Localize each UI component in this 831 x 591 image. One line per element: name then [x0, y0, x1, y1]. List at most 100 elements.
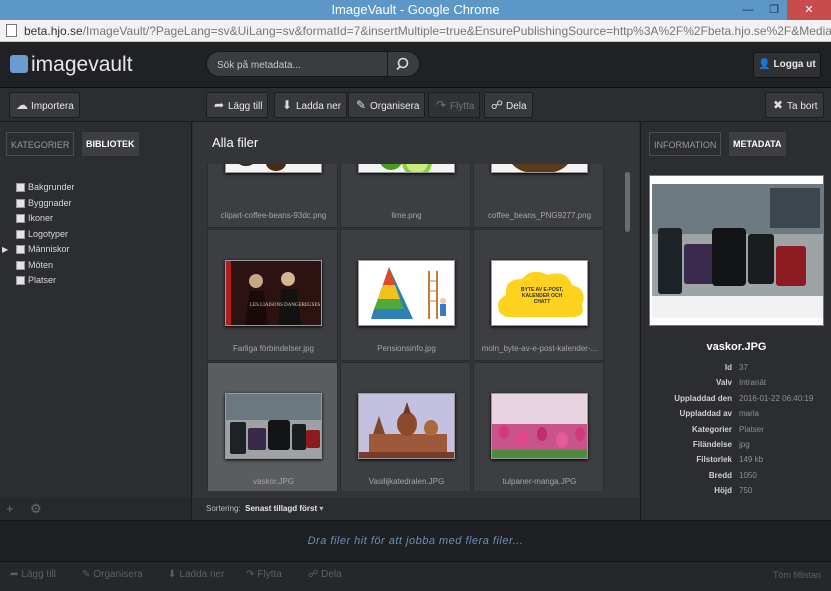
pencil-icon: ✎ — [82, 569, 91, 580]
file-name: moln_byte-av-e-post-kalender-... — [481, 344, 598, 353]
file-tile[interactable]: lime.png — [340, 164, 471, 228]
sort-caret-icon[interactable]: ▾ — [319, 504, 323, 513]
tab-metadata[interactable]: METADATA — [729, 132, 786, 156]
file-tile[interactable]: Pensionsinfo.jpg — [340, 229, 471, 361]
bottom-organize-button[interactable]: ✎ Organisera — [82, 569, 143, 580]
download-button[interactable]: ⬇ Ladda ner — [274, 92, 348, 118]
address-bar[interactable]: beta.hjo.se/ImageVault/?PageLang=sv&UiLa… — [0, 20, 831, 42]
thumbnail-image — [225, 393, 322, 459]
page-icon — [6, 24, 17, 37]
grid-scrollbar[interactable] — [625, 172, 630, 232]
thumbnail-image — [358, 393, 455, 459]
checkbox[interactable] — [16, 276, 25, 285]
expand-arrow-icon[interactable]: ▶ — [2, 242, 8, 257]
category-item[interactable]: Byggnader — [16, 196, 75, 212]
sort-control[interactable]: Sortering: Senast tillagd först ▾ — [193, 498, 639, 520]
organize-button[interactable]: ✎ Organisera — [348, 92, 426, 118]
maximize-icon[interactable]: ❐ — [761, 0, 787, 20]
file-title: vaskor.JPG — [706, 341, 767, 353]
left-panel: KATEGORIER BIBLIOTEK Bakgrunder Byggnade… — [0, 122, 192, 498]
search-box — [206, 51, 420, 77]
category-item[interactable]: Platser — [16, 273, 75, 289]
category-list: Bakgrunder Byggnader Ikoner Logotyper ▶ M… — [2, 180, 75, 289]
gear-icon[interactable]: ⚙ — [30, 501, 42, 517]
bottom-share-button[interactable]: ☍ Dela — [308, 569, 342, 580]
file-name: coffee_beans_PNG9277.png — [487, 211, 592, 220]
file-browser: Alla filer clipart-coffee-beans-93dc.png… — [193, 122, 639, 498]
logo-mark-icon — [10, 55, 28, 73]
bottom-download-button[interactable]: ⬇ Ladda ner — [168, 569, 224, 580]
share-icon: ☍ — [308, 569, 319, 580]
drop-zone[interactable]: Dra filer hit för att jobba med flera fi… — [0, 520, 831, 561]
search-icon — [396, 57, 409, 71]
metadata-list: Id 37 Valv Intranät Uppladdad den 2016-01-2… — [641, 360, 831, 499]
add-button[interactable]: ➦ Lägg till — [206, 92, 269, 118]
right-panel: INFORMATION METADATA vaskor.JPG Id 37 Val… — [640, 122, 831, 520]
metadata-row: Valv Intranät — [715, 378, 767, 388]
metadata-row: Id 37 — [724, 363, 748, 372]
add-category-icon[interactable]: + — [6, 501, 14, 516]
thumbnail-image — [491, 393, 588, 459]
metadata-row: Uppladdad av maria — [679, 409, 760, 419]
category-item[interactable]: Möten — [16, 258, 75, 274]
checkbox[interactable] — [16, 245, 25, 254]
file-name: Farliga förbindelser.jpg — [233, 344, 314, 353]
share-arrow-icon: ➦ — [10, 569, 19, 580]
preview-image — [649, 175, 824, 326]
file-tile[interactable]: BYTE AV E-POST, KALENDER OCH CHATT moln_… — [473, 229, 604, 361]
app-header: imagevault 👤 Logga ut — [0, 42, 831, 88]
cloud-upload-icon: ☁ — [16, 98, 28, 112]
search-button[interactable] — [387, 52, 419, 76]
url-text[interactable]: beta.hjo.se/ImageVault/?PageLang=sv&UiLa… — [24, 20, 831, 41]
file-name: Pensionsinfo.jpg — [377, 344, 436, 353]
move-icon: ↷ — [435, 98, 447, 112]
cloud-text: BYTE AV E-POST, KALENDER OCH CHATT — [521, 287, 563, 305]
category-item[interactable]: Ikoner — [16, 211, 75, 227]
bottom-add-button[interactable]: ➦ Lägg till — [10, 569, 56, 580]
bottom-move-button[interactable]: ↷ Flytta — [246, 569, 282, 580]
category-item[interactable]: ▶ Människor — [2, 242, 75, 258]
minimize-icon[interactable]: — — [735, 0, 761, 20]
thumbnail-image: BYTE AV E-POST, KALENDER OCH CHATT — [491, 260, 588, 326]
delete-button[interactable]: ✖ Ta bort — [765, 92, 824, 118]
file-grid: clipart-coffee-beans-93dc.png lime.png c… — [207, 164, 607, 491]
browser-titlebar: ImageVault - Google Chrome — ❐ ✕ — [0, 0, 831, 20]
file-tile[interactable]: Vasilijkatedralen.JPG — [340, 362, 471, 491]
tab-categories[interactable]: KATEGORIER — [6, 132, 75, 156]
move-button[interactable]: ↷ Flytta — [428, 92, 481, 118]
share-button[interactable]: ☍ Dela — [484, 92, 533, 118]
checkbox[interactable] — [16, 183, 25, 192]
file-name: vaskor.JPG — [253, 477, 294, 486]
file-tile[interactable]: clipart-coffee-beans-93dc.png — [207, 164, 338, 228]
checkbox[interactable] — [16, 229, 25, 239]
move-icon: ↷ — [246, 569, 255, 580]
import-button[interactable]: ☁ Importera — [9, 92, 80, 118]
metadata-row: Filändelse jpg — [692, 439, 750, 449]
file-name: clipart-coffee-beans-93dc.png — [220, 211, 327, 220]
close-x-icon: ✖ — [772, 98, 784, 112]
search-input[interactable] — [217, 57, 387, 73]
user-icon: 👤 — [758, 59, 771, 70]
checkbox[interactable] — [16, 260, 25, 270]
file-name: lime.png — [391, 211, 422, 220]
file-tile[interactable]: coffee_beans_PNG9277.png — [473, 164, 604, 228]
file-tile[interactable]: LES LIAISONS DANGEREUSES Farliga förbind… — [207, 229, 338, 361]
category-item[interactable]: Bakgrunder — [16, 180, 75, 196]
tab-library[interactable]: BIBLIOTEK — [82, 132, 139, 156]
metadata-row: Filstorlek 149 kb — [696, 455, 764, 465]
clear-list-button[interactable]: Töm fillistan — [773, 570, 821, 580]
file-tile[interactable]: tulpaner-manga.JPG — [473, 362, 604, 491]
tab-information[interactable]: INFORMATION — [649, 132, 722, 156]
checkbox[interactable] — [16, 214, 25, 223]
share-icon: ☍ — [490, 98, 504, 112]
thumbnail-image — [358, 164, 455, 173]
thumbnail-image: LES LIAISONS DANGEREUSES — [225, 260, 322, 326]
selection-toolbar: ➦ Lägg till ✎ Organisera ⬇ Ladda ner ↷ Flytt… — [0, 561, 831, 591]
file-tile-selected[interactable]: vaskor.JPG — [207, 362, 338, 491]
close-icon[interactable]: ✕ — [787, 0, 831, 20]
metadata-row: Uppladdad den 2016-01-22 06:40:19 — [674, 393, 814, 403]
logout-button[interactable]: 👤 Logga ut — [753, 52, 821, 78]
metadata-row: Bredd 1050 — [708, 470, 757, 480]
checkbox[interactable] — [16, 198, 25, 208]
category-item[interactable]: Logotyper — [16, 227, 75, 243]
